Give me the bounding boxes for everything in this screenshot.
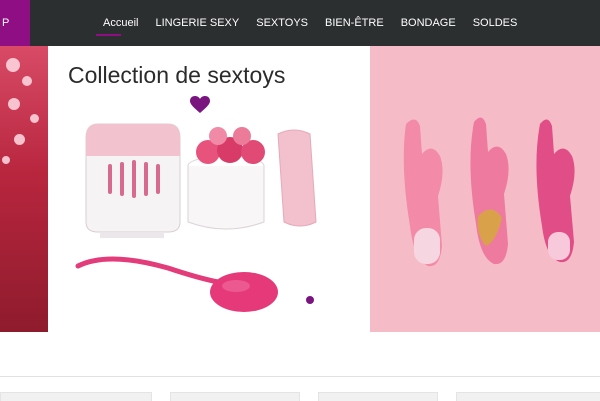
slide-right-image[interactable] bbox=[370, 46, 600, 332]
nav-item-bondage[interactable]: BONDAGE bbox=[401, 17, 456, 29]
hero-slider: Collection de sextoys bbox=[0, 46, 600, 332]
vibrator-3 bbox=[536, 119, 575, 263]
active-indicator bbox=[96, 34, 121, 36]
nav-item-bien-etre[interactable]: BIEN-ÊTRE bbox=[325, 17, 384, 29]
vibrator-1 bbox=[403, 119, 443, 267]
nav-item-label: SEXTOYS bbox=[256, 17, 308, 29]
top-navbar: P Accueil LINGERIE SEXY SEXTOYS BIEN-ÊTR… bbox=[0, 0, 600, 46]
nav-item-soldes[interactable]: SOLDES bbox=[473, 17, 518, 29]
nav-item-label: BIEN-ÊTRE bbox=[325, 17, 384, 29]
section-divider bbox=[0, 376, 600, 377]
vibrator-2 bbox=[470, 117, 509, 265]
nav-item-sextoys[interactable]: SEXTOYS bbox=[256, 17, 308, 29]
kegel-box-illustration bbox=[85, 123, 181, 238]
slide-left-image[interactable] bbox=[0, 46, 48, 332]
nav-item-label: Accueil bbox=[103, 17, 139, 29]
product-illustration bbox=[75, 123, 317, 312]
kegel-balls-jar-illustration bbox=[187, 127, 317, 230]
slide-center-image[interactable]: Collection de sextoys bbox=[48, 46, 370, 332]
site-logo[interactable]: P bbox=[0, 0, 30, 46]
nav-item-label: BONDAGE bbox=[400, 17, 456, 29]
nav-item-label: LINGERIE SEXY bbox=[155, 17, 240, 29]
logo-text: P bbox=[2, 17, 10, 29]
egg-vibrator-illustration bbox=[75, 256, 278, 312]
nav-item-accueil[interactable]: Accueil bbox=[96, 17, 139, 36]
nav-item-lingerie-sexy[interactable]: LINGERIE SEXY bbox=[155, 17, 239, 29]
vibrators-illustration bbox=[403, 117, 575, 267]
nav-item-label: SOLDES bbox=[472, 17, 518, 29]
main-menu: Accueil LINGERIE SEXY SEXTOYS BIEN-ÊTRE … bbox=[96, 0, 534, 46]
